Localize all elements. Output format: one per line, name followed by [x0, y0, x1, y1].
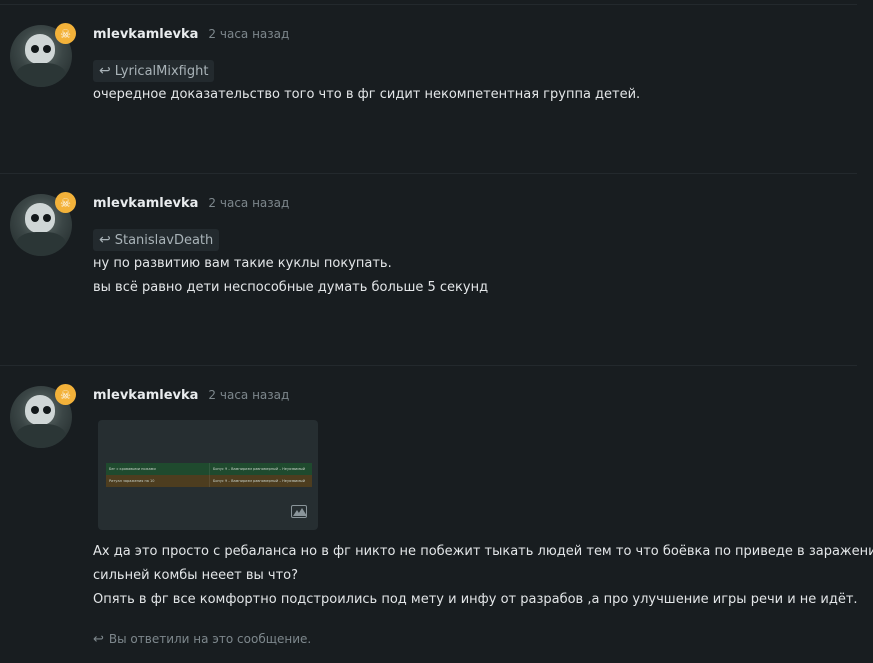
timestamp[interactable]: 2 часа назад [208, 27, 289, 41]
replied-notice[interactable]: ↩ Вы ответили на это сообщение. [93, 631, 311, 647]
table-row: Ритуал заражения на 10 Бонус 9 – Вампири… [106, 475, 312, 487]
image-icon[interactable] [291, 505, 307, 518]
comment-feed: ☠ mlevkamlevka 2 часа назад ↩ LyricalMix… [0, 0, 873, 663]
comment-header: mlevkamlevka 2 часа назад [93, 388, 289, 404]
reply-icon: ↩ [99, 63, 111, 79]
author-name[interactable]: mlevkamlevka [93, 196, 198, 211]
divider [0, 365, 857, 366]
comment-text-line: вы всё равно дети неспособные думать бол… [93, 280, 489, 295]
attachment-preview-table: Бег с кровавыми ножами Бонус 9 – Вампири… [106, 463, 312, 487]
divider [0, 4, 857, 5]
table-cell: Бонус 9 – Вампиризм равномерный – Неуязв… [209, 463, 312, 475]
reply-icon: ↩ [93, 631, 104, 647]
table-row: Бег с кровавыми ножами Бонус 9 – Вампири… [106, 463, 312, 475]
author-name[interactable]: mlevkamlevka [93, 388, 198, 403]
comment-text-line: сильней комбы нееет вы что? [93, 568, 299, 583]
replied-notice-text: Вы ответили на это сообщение. [108, 632, 312, 646]
table-cell: Бонус 9 – Вампиризм равномерный – Неуязв… [209, 475, 312, 487]
table-cell: Бег с кровавыми ножами [109, 467, 156, 471]
author-name[interactable]: mlevkamlevka [93, 27, 198, 42]
comment-header: mlevkamlevka 2 часа назад [93, 196, 289, 212]
reply-to-tag[interactable]: ↩ LyricalMixfight [93, 60, 215, 82]
comment-text-line: Ах да это просто с ребаланса но в фг ник… [93, 544, 873, 559]
reply-to-name: LyricalMixfight [114, 63, 209, 79]
timestamp[interactable]: 2 часа назад [208, 196, 289, 210]
reply-to-tag[interactable]: ↩ StanislavDeath [93, 229, 220, 251]
divider [0, 173, 857, 174]
timestamp[interactable]: 2 часа назад [208, 388, 289, 402]
skull-icon: ☠ [55, 192, 76, 213]
comment-text-line: Опять в фг все комфортно подстроились по… [93, 592, 858, 607]
reply-to-name: StanislavDeath [114, 232, 214, 248]
comment-header: mlevkamlevka 2 часа назад [93, 27, 289, 43]
comment-text-line: ну по развитию вам такие куклы покупать. [93, 256, 392, 271]
comment-2: ☠ mlevkamlevka 2 часа назад ↩ StanislavD… [0, 192, 873, 364]
comment-1: ☠ mlevkamlevka 2 часа назад ↩ LyricalMix… [0, 23, 873, 173]
image-attachment[interactable]: Бег с кровавыми ножами Бонус 9 – Вампири… [98, 420, 318, 530]
comment-text: очередное доказательство того что в фг с… [93, 87, 641, 102]
table-cell: Ритуал заражения на 10 [109, 479, 155, 483]
skull-icon: ☠ [55, 384, 76, 405]
reply-icon: ↩ [99, 232, 111, 248]
skull-icon: ☠ [55, 23, 76, 44]
